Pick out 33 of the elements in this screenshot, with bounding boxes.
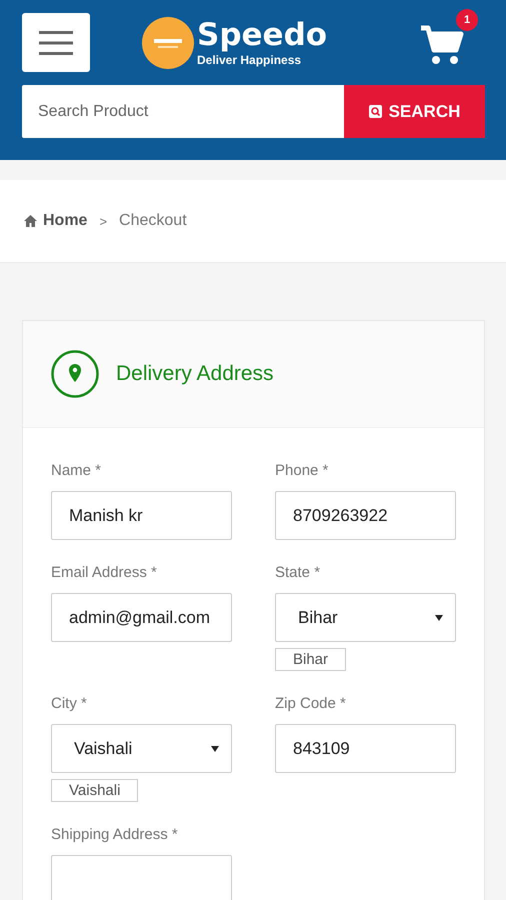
selected-value-tag: Vaishali: [51, 779, 138, 802]
menu-button[interactable]: [22, 13, 90, 72]
cart-count-badge: 1: [456, 9, 478, 31]
input-field[interactable]: Manish kr: [51, 491, 232, 540]
input-field[interactable]: 843109: [275, 724, 456, 773]
selected-value-tag: Bihar: [275, 648, 346, 671]
field-label: Shipping Address *: [51, 826, 178, 843]
field-label: Email Address *: [51, 564, 157, 581]
input-field[interactable]: admin@gmail.com: [51, 593, 232, 642]
field-label: Name *: [51, 462, 102, 479]
breadcrumb-link[interactable]: Home: [43, 212, 88, 230]
home-icon: [24, 215, 37, 227]
breadcrumb-link[interactable]: Checkout: [119, 212, 187, 230]
breadcrumb-separator: >: [99, 214, 108, 228]
field-label: State *: [275, 564, 320, 581]
caret-icon: [211, 746, 219, 752]
search-field[interactable]: Search Product: [22, 85, 344, 138]
brand-tagline: Deliver Happiness: [197, 52, 302, 66]
field-label: Zip Code *: [275, 695, 346, 712]
section-title: Delivery Address: [116, 362, 274, 386]
search-button[interactable]: SEARCH: [344, 85, 485, 138]
input-field[interactable]: [51, 855, 232, 900]
field-label: Phone *: [275, 462, 328, 479]
menu-icon: [39, 30, 73, 56]
logo-icon: [142, 16, 194, 68]
brand-name: Speedo: [197, 18, 328, 50]
select-field[interactable]: Bihar: [275, 593, 456, 642]
field-label: City *: [51, 695, 87, 712]
caret-icon: [435, 614, 443, 620]
select-field[interactable]: Vaishali: [51, 724, 232, 773]
search-icon: [368, 105, 382, 118]
location-pin-icon: [51, 350, 99, 398]
input-field[interactable]: 8709263922: [275, 491, 456, 540]
